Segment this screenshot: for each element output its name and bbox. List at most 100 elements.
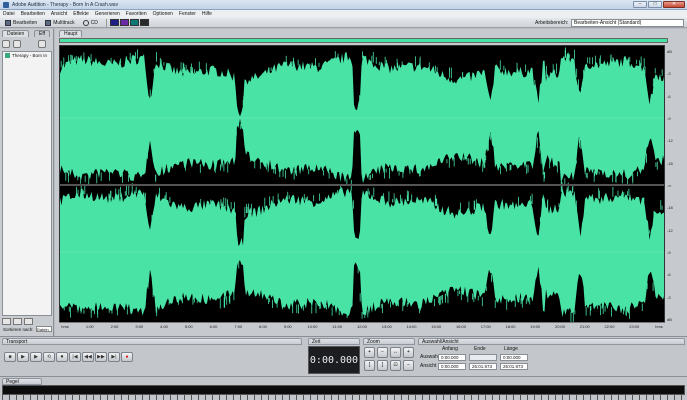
tab-effects[interactable]: Eff <box>34 30 51 37</box>
minimize-button[interactable]: – <box>633 1 647 8</box>
timeline-tick-label: 13:00 <box>381 324 392 329</box>
rewind-button[interactable]: ◀◀ <box>82 352 94 362</box>
level-header: Pegel <box>2 378 42 385</box>
fast-forward-button[interactable]: ▶▶ <box>95 352 107 362</box>
cd-icon <box>82 19 89 26</box>
selection-panel: Anfang Ende Länge Auswahl Ansicht 0:00.0… <box>418 346 686 374</box>
go-to-start-button[interactable]: |◀ <box>69 352 81 362</box>
timeline-tick-label: 2:00 <box>110 324 119 329</box>
timeline-tick-label: hms <box>655 324 663 329</box>
spectral-mode-button[interactable] <box>119 19 129 26</box>
timeline-tick-label: 14:00 <box>406 324 417 329</box>
menu-favoriten[interactable]: Favoriten <box>126 11 147 17</box>
menu-datei[interactable]: Datei <box>3 11 15 17</box>
timeline-tick-label: 1:00 <box>85 324 94 329</box>
menu-hilfe[interactable]: Hilfe <box>202 11 212 17</box>
menu-effekte[interactable]: Effekte <box>73 11 88 17</box>
zoom-out-full-icon[interactable]: ↔ <box>390 347 401 358</box>
import-file-icon[interactable] <box>13 40 21 48</box>
scale-label: -3 <box>667 294 671 300</box>
overview-bar[interactable] <box>59 38 668 43</box>
timeline-tick-label: 18:00 <box>505 324 516 329</box>
scale-label: -6 <box>667 93 671 99</box>
close-file-icon[interactable] <box>38 40 46 48</box>
menu-bearbeiten[interactable]: Bearbeiten <box>21 11 45 17</box>
maximize-button[interactable]: □ <box>648 1 662 8</box>
selection-length-field[interactable]: 0:00.000 <box>500 354 528 361</box>
timeline-tick-label: 3:00 <box>135 324 144 329</box>
loop-button[interactable]: ⟲ <box>43 352 55 362</box>
record-button[interactable]: ● <box>121 352 133 362</box>
view-start-field[interactable]: 0:00.000 <box>438 363 466 370</box>
zoom-panel: + − ↔ + [ ] ⊡ − <box>363 346 415 374</box>
wave-file-icon <box>5 53 10 58</box>
files-list: Therapy - Born In <box>2 51 52 316</box>
level-meter <box>2 385 685 395</box>
menu-ansicht[interactable]: Ansicht <box>51 11 67 17</box>
files-panel: Dateien Eff Therapy - Born In Sortieren … <box>0 29 54 336</box>
pan-mode-button[interactable] <box>129 19 139 26</box>
title-bar: Adobe Audition - Therapy - Born In A Cra… <box>0 0 687 10</box>
scale-label: -9 <box>667 250 671 255</box>
timeline-tick-label: 23:00 <box>629 324 640 329</box>
col-start: Anfang <box>442 346 458 352</box>
edit-view-icon <box>5 19 11 26</box>
zoom-in-horizontal-icon[interactable]: + <box>364 347 375 358</box>
row-selection-label: Auswahl <box>420 354 439 360</box>
scale-label: -∞ <box>667 183 672 188</box>
list-item[interactable]: Therapy - Born In <box>3 52 51 59</box>
zoom-out-horizontal-icon[interactable]: − <box>377 347 388 358</box>
cd-view-button[interactable]: CD <box>80 19 101 27</box>
edit-view-button[interactable]: Bearbeiten <box>2 19 40 27</box>
stop-button[interactable]: ■ <box>4 352 16 362</box>
col-length: Länge <box>504 346 518 352</box>
timeline-tick-label: 22:00 <box>604 324 615 329</box>
waveform-display[interactable] <box>59 45 665 323</box>
stereo-waveform[interactable] <box>60 46 665 323</box>
workspace-dropdown[interactable]: Bearbeiten-Ansicht (Standard) <box>571 19 684 27</box>
phase-mode-button[interactable] <box>139 19 149 26</box>
timeline-ruler[interactable]: hms 1:00 2:00 3:00 4:00 5:00 6:00 7:00 8:00 9:00 1… <box>59 322 665 329</box>
tab-main[interactable]: Haupt <box>59 30 83 37</box>
show-video-icon[interactable] <box>24 318 33 325</box>
zoom-in-vertical-icon[interactable]: + <box>403 347 414 358</box>
menu-optionen[interactable]: Optionen <box>153 11 173 17</box>
menu-generieren[interactable]: Generieren <box>95 11 120 17</box>
open-file-icon[interactable] <box>2 40 10 48</box>
waveform-mode-button[interactable] <box>109 19 119 26</box>
selection-start-field[interactable]: 0:00.000 <box>438 354 466 361</box>
timeline-tick-label: 10:00 <box>307 324 318 329</box>
sort-dropdown[interactable]: Datein <box>36 326 52 332</box>
window-title: Adobe Audition - Therapy - Born In A Cra… <box>12 1 119 8</box>
view-length-field[interactable]: 26:01.973 <box>500 363 528 370</box>
tab-files[interactable]: Dateien <box>2 30 30 37</box>
zoom-selection-icon[interactable]: ⊡ <box>390 360 401 371</box>
transport-panel: ■ ▶ ▶ ⟲ ⏺ |◀ ◀◀ ▶▶ ▶| ● <box>2 346 302 374</box>
close-button[interactable]: ✕ <box>663 1 685 8</box>
waveform-editor: Haupt dB -3 -6 -9 -12 -18 -∞ -18 -12 -9 -6 -3 dB hms… <box>55 29 687 336</box>
waveform-path <box>60 186 664 317</box>
scale-label: -12 <box>667 227 673 233</box>
timeline-tick-label: 8:00 <box>259 324 267 329</box>
multitrack-view-button[interactable]: Multitrack <box>42 19 77 27</box>
zoom-out-vertical-icon[interactable]: − <box>403 360 414 371</box>
selection-end-field[interactable] <box>469 354 497 361</box>
show-audio-icon[interactable] <box>2 318 11 325</box>
timeline-tick-label: 20:00 <box>554 324 566 329</box>
timeline-tick-label: 11:00 <box>332 324 343 329</box>
zoom-to-left-icon[interactable]: [ <box>364 360 375 371</box>
menu-fenster[interactable]: Fenster <box>179 11 196 17</box>
timeline-tick-label: 21:00 <box>579 324 590 329</box>
play-to-end-button[interactable]: ▶ <box>30 352 42 362</box>
zoom-to-right-icon[interactable]: ] <box>377 360 388 371</box>
view-end-field[interactable]: 26:01.973 <box>469 363 497 370</box>
files-tools <box>2 40 46 48</box>
files-bottom-tools <box>2 318 33 325</box>
record-mode-button[interactable]: ⏺ <box>56 352 68 362</box>
timeline-tick-label: 16:00 <box>455 324 467 329</box>
play-button[interactable]: ▶ <box>17 352 29 362</box>
window-controls: – □ ✕ <box>633 1 685 8</box>
row-view-label: Ansicht <box>420 363 437 369</box>
show-loop-icon[interactable] <box>13 318 22 325</box>
go-to-end-button[interactable]: ▶| <box>108 352 120 362</box>
